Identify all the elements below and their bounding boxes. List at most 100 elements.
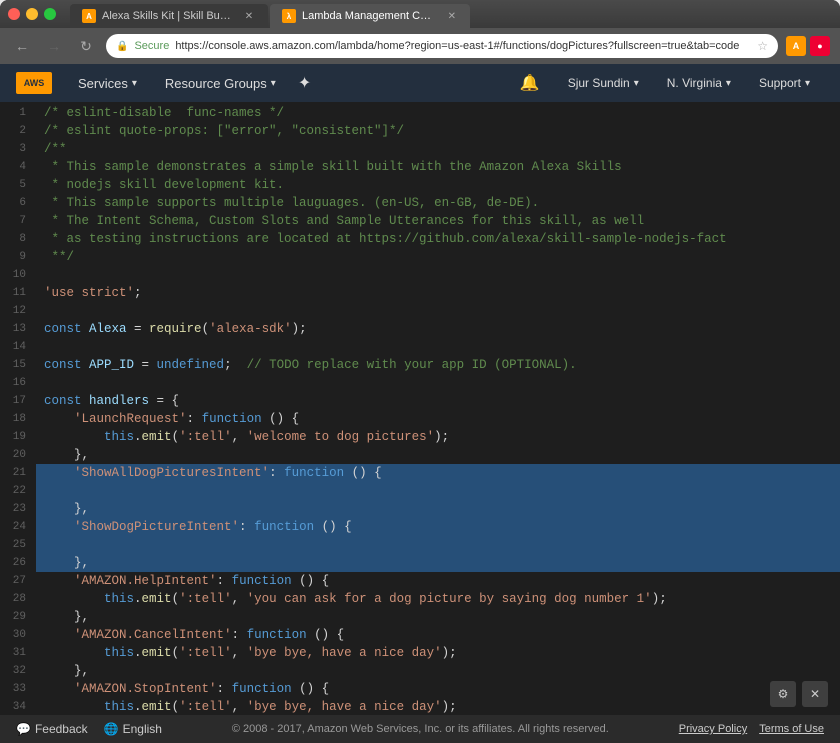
code-line-29: }, <box>44 608 832 626</box>
region-chevron: ▾ <box>726 78 731 89</box>
tab-alexa[interactable]: A Alexa Skills Kit | Skill Builder B... … <box>70 4 268 28</box>
aws-nav-bar: AWS Services ▾ Resource Groups ▾ ✦ 🔔 Sju… <box>0 64 840 102</box>
code-line-30: 'AMAZON.CancelIntent': function () { <box>44 626 832 644</box>
code-line-12 <box>44 302 832 320</box>
feedback-label: Feedback <box>35 722 88 736</box>
close-fullscreen-button[interactable]: ✕ <box>802 681 828 707</box>
resource-groups-chevron: ▾ <box>271 78 276 89</box>
code-editor: 1 2 3 4 5 6 7 8 9 10 11 12 13 14 ⚠ 15 16… <box>0 102 840 715</box>
footer-copyright: © 2008 - 2017, Amazon Web Services, Inc.… <box>178 723 663 735</box>
code-line-13: const Alexa = require('alexa-sdk'); <box>44 320 832 338</box>
language-selector[interactable]: 🌐 English <box>104 722 162 736</box>
terms-of-use-link[interactable]: Terms of Use <box>759 723 824 735</box>
forward-button[interactable]: → <box>42 34 66 58</box>
address-input[interactable]: 🔒 Secure https://console.aws.amazon.com/… <box>106 34 778 58</box>
aws-nav-right: 🔔 Sjur Sundin ▾ N. Virginia ▾ Support ▾ <box>506 64 824 102</box>
close-window-button[interactable] <box>8 8 20 20</box>
back-button[interactable]: ← <box>10 34 34 58</box>
lambda-tab-close[interactable]: ✕ <box>446 9 458 23</box>
aws-logo: AWS <box>16 72 52 94</box>
services-chevron: ▾ <box>132 78 137 89</box>
code-line-1: /* eslint-disable func-names */ <box>44 104 832 122</box>
line-num-33: 33 <box>8 680 26 698</box>
feedback-icon: 💬 <box>16 722 31 736</box>
nav-region[interactable]: N. Virginia ▾ <box>653 64 745 102</box>
code-line-31: this.emit(':tell', 'bye bye, have a nice… <box>44 644 832 662</box>
line-num-2: 2 <box>8 122 26 140</box>
line-num-12: 12 <box>8 302 26 320</box>
language-label: English <box>123 722 162 736</box>
footer-right: Privacy Policy Terms of Use <box>679 723 824 735</box>
line-num-17: 17 <box>8 392 26 410</box>
line-num-29: 29 <box>8 608 26 626</box>
lambda-tab-label: Lambda Management Console <box>302 10 436 22</box>
tab-lambda[interactable]: λ Lambda Management Console ✕ <box>270 4 470 28</box>
code-line-19: this.emit(':tell', 'welcome to dog pictu… <box>44 428 832 446</box>
alexa-tab-label: Alexa Skills Kit | Skill Builder B... <box>102 10 232 22</box>
code-line-34: this.emit(':tell', 'bye bye, have a nice… <box>44 698 832 713</box>
code-line-22 <box>36 482 840 500</box>
code-line-18: 'LaunchRequest': function () { <box>44 410 832 428</box>
code-line-33: 'AMAZON.StopIntent': function () { <box>44 680 832 698</box>
address-bar: ← → ↻ 🔒 Secure https://console.aws.amazo… <box>0 28 840 64</box>
line-num-5: 5 <box>8 176 26 194</box>
nav-services[interactable]: Services ▾ <box>64 64 151 102</box>
url-text: https://console.aws.amazon.com/lambda/ho… <box>175 40 739 52</box>
code-line-20: }, <box>44 446 832 464</box>
line-numbers: 1 2 3 4 5 6 7 8 9 10 11 12 13 14 ⚠ 15 16… <box>0 104 36 713</box>
code-line-26: }, <box>36 554 840 572</box>
secure-label: Secure <box>134 40 169 52</box>
line-num-30: 30 <box>8 626 26 644</box>
browser-window: A Alexa Skills Kit | Skill Builder B... … <box>0 0 840 743</box>
line-num-34: 34 <box>8 698 26 715</box>
nav-user[interactable]: Sjur Sundin ▾ <box>554 64 653 102</box>
alexa-tab-close[interactable]: ✕ <box>242 9 256 23</box>
code-line-21: 'ShowAllDogPicturesIntent': function () … <box>36 464 840 482</box>
support-chevron: ▾ <box>805 78 810 89</box>
extension-icon-1[interactable]: A <box>786 36 806 56</box>
code-line-17: const handlers = { <box>44 392 832 410</box>
feedback-button[interactable]: 💬 Feedback <box>16 722 88 736</box>
line-num-10: 10 <box>8 266 26 284</box>
line-num-25: 25 <box>8 536 26 554</box>
line-num-4: 4 <box>8 158 26 176</box>
code-line-24: 'ShowDogPictureIntent': function () { <box>36 518 840 536</box>
code-line-23: }, <box>36 500 840 518</box>
line-num-27: 27 <box>8 572 26 590</box>
nav-resource-groups[interactable]: Resource Groups ▾ <box>151 64 290 102</box>
code-line-4: * This sample demonstrates a simple skil… <box>44 158 832 176</box>
bookmark-icon[interactable]: ☆ <box>757 39 768 53</box>
alexa-tab-favicon: A <box>82 9 96 23</box>
line-num-24: 24 <box>8 518 26 536</box>
line-num-18: 18 <box>8 410 26 428</box>
code-line-10 <box>44 266 832 284</box>
maximize-window-button[interactable] <box>44 8 56 20</box>
nav-bell[interactable]: 🔔 <box>506 64 554 102</box>
lambda-tab-favicon: λ <box>282 9 296 23</box>
nav-pin[interactable]: ✦ <box>290 64 319 102</box>
code-toolbar: ⚙ ✕ <box>770 681 828 707</box>
code-line-25 <box>36 536 840 554</box>
line-num-14: 14 <box>8 338 26 356</box>
line-num-3: 3 <box>8 140 26 158</box>
code-line-9: **/ <box>44 248 832 266</box>
extensions-area: A ● <box>786 36 830 56</box>
line-num-9: 9 <box>8 248 26 266</box>
line-num-15: ⚠ 15 <box>8 356 26 374</box>
bell-icon: 🔔 <box>520 73 540 93</box>
extension-icon-2[interactable]: ● <box>810 36 830 56</box>
minimize-window-button[interactable] <box>26 8 38 20</box>
title-bar: A Alexa Skills Kit | Skill Builder B... … <box>0 0 840 28</box>
code-content[interactable]: /* eslint-disable func-names */ /* eslin… <box>36 104 840 713</box>
code-line-15: const APP_ID = undefined; // TODO replac… <box>44 356 832 374</box>
line-num-19: 19 <box>8 428 26 446</box>
reload-button[interactable]: ↻ <box>74 34 98 58</box>
nav-support[interactable]: Support ▾ <box>745 64 824 102</box>
code-line-5: * nodejs skill development kit. <box>44 176 832 194</box>
privacy-policy-link[interactable]: Privacy Policy <box>679 723 747 735</box>
line-num-8: 8 <box>8 230 26 248</box>
settings-button[interactable]: ⚙ <box>770 681 796 707</box>
line-num-28: 28 <box>8 590 26 608</box>
line-num-26: 26 <box>8 554 26 572</box>
language-icon: 🌐 <box>104 722 119 736</box>
